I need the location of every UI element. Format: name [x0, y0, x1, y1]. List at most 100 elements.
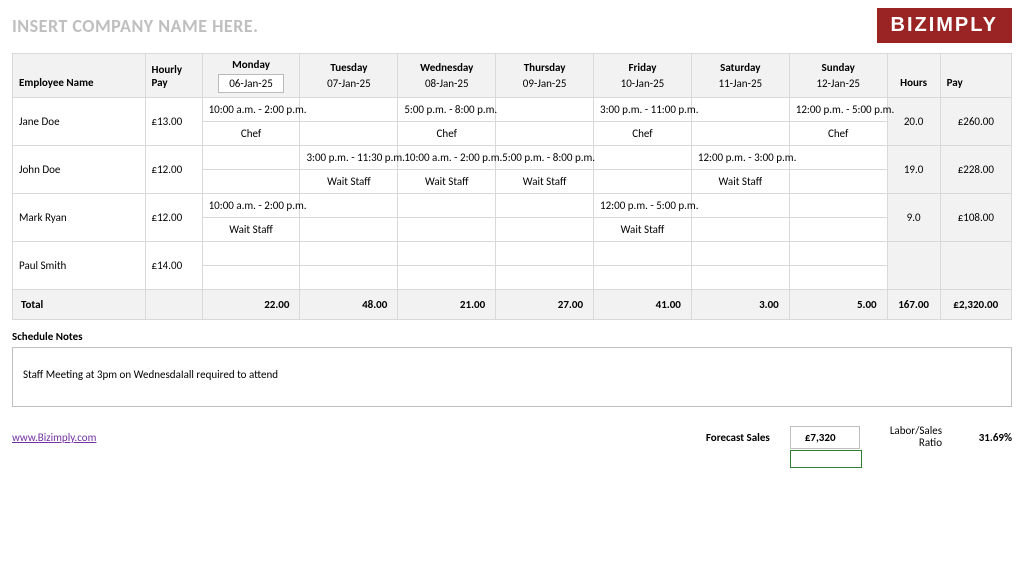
hourly-pay-cell[interactable]: £12.00: [145, 146, 202, 194]
total-pay: £2,320.00: [940, 290, 1011, 320]
shift-time-cell[interactable]: [496, 242, 594, 266]
header-day-fri: Friday 10-Jan-25: [594, 54, 692, 98]
shift-role-cell[interactable]: [594, 266, 692, 290]
total-day-hours: 21.00: [398, 290, 496, 320]
shift-role-cell[interactable]: Chef: [398, 122, 496, 146]
shift-time-cell[interactable]: 10:00 a.m. - 2:00 p.m.: [398, 146, 496, 170]
shift-time-cell[interactable]: 3:00 p.m. - 11:30 p.m.: [300, 146, 398, 170]
shift-time-cell[interactable]: 12:00 p.m. - 5:00 p.m.: [594, 194, 692, 218]
shift-time-cell[interactable]: [202, 146, 300, 170]
shift-role-cell[interactable]: [300, 266, 398, 290]
hours-cell: 20.0: [887, 98, 940, 146]
shift-time-cell[interactable]: 10:00 a.m. - 2:00 p.m.: [202, 98, 300, 122]
shift-role-cell[interactable]: Wait Staff: [202, 218, 300, 242]
shift-time-cell[interactable]: [789, 146, 887, 170]
shift-time-cell[interactable]: [789, 194, 887, 218]
shift-time-cell[interactable]: [789, 242, 887, 266]
table-row: John Doe£12.003:00 p.m. - 11:30 p.m.10:0…: [13, 146, 1012, 170]
shift-role-cell[interactable]: [398, 218, 496, 242]
shift-time-cell[interactable]: [300, 194, 398, 218]
dow-label: Monday: [209, 58, 294, 71]
employee-name-cell[interactable]: Paul Smith: [13, 242, 146, 290]
bizimply-link[interactable]: www.Bizimply.com: [12, 431, 96, 444]
dow-label: Thursday: [502, 61, 587, 74]
employee-name-cell[interactable]: Jane Doe: [13, 98, 146, 146]
shift-time-cell[interactable]: [594, 146, 692, 170]
header-day-thu: Thursday 09-Jan-25: [496, 54, 594, 98]
shift-role-cell[interactable]: Wait Staff: [594, 218, 692, 242]
shift-role-cell[interactable]: [789, 218, 887, 242]
shift-time-cell[interactable]: [300, 98, 398, 122]
shift-time-cell[interactable]: 5:00 p.m. - 8:00 p.m.: [398, 98, 496, 122]
pay-cell: £260.00: [940, 98, 1011, 146]
shift-role-cell[interactable]: [594, 170, 692, 194]
shift-time-cell[interactable]: [594, 242, 692, 266]
shift-time-cell[interactable]: [300, 242, 398, 266]
shift-role-cell[interactable]: Chef: [202, 122, 300, 146]
shift-time-cell[interactable]: [202, 242, 300, 266]
shift-role-cell[interactable]: [789, 170, 887, 194]
header-pay: Pay: [940, 54, 1011, 98]
hours-cell: 19.0: [887, 146, 940, 194]
shift-role-cell[interactable]: [300, 122, 398, 146]
shift-role-cell[interactable]: Wait Staff: [300, 170, 398, 194]
company-name-placeholder: INSERT COMPANY NAME HERE.: [12, 15, 258, 37]
shift-time-cell[interactable]: [691, 98, 789, 122]
schedule-table: Employee Name Hourly Pay Monday 06-Jan-2…: [12, 53, 1012, 320]
dow-label: Saturday: [698, 61, 783, 74]
shift-time-cell[interactable]: 12:00 p.m. - 3:00 p.m.: [691, 146, 789, 170]
dow-label: Tuesday: [306, 61, 391, 74]
shift-time-cell[interactable]: [398, 194, 496, 218]
shift-role-cell[interactable]: Wait Staff: [691, 170, 789, 194]
employee-name-cell[interactable]: John Doe: [13, 146, 146, 194]
shift-time-cell[interactable]: 5:00 p.m. - 8:00 p.m.: [496, 146, 594, 170]
active-cell-indicator: [790, 450, 862, 468]
shift-role-cell[interactable]: [496, 218, 594, 242]
header-day-sun: Sunday 12-Jan-25: [789, 54, 887, 98]
header-hours: Hours: [887, 54, 940, 98]
dow-label: Friday: [600, 61, 685, 74]
shift-time-cell[interactable]: [691, 242, 789, 266]
shift-role-cell[interactable]: Chef: [789, 122, 887, 146]
total-day-hours: 22.00: [202, 290, 300, 320]
shift-role-cell[interactable]: [496, 266, 594, 290]
hourly-pay-cell[interactable]: £13.00: [145, 98, 202, 146]
shift-role-cell[interactable]: [398, 266, 496, 290]
pay-cell: £228.00: [940, 146, 1011, 194]
shift-role-cell[interactable]: [789, 266, 887, 290]
shift-role-cell[interactable]: Wait Staff: [398, 170, 496, 194]
forecast-sales-input[interactable]: £7,320: [790, 426, 860, 449]
shift-time-cell[interactable]: 10:00 a.m. - 2:00 p.m.: [202, 194, 300, 218]
header-employee: Employee Name: [13, 54, 146, 98]
shift-role-cell[interactable]: [691, 266, 789, 290]
shift-time-cell[interactable]: 3:00 p.m. - 11:00 p.m.: [594, 98, 692, 122]
forecast-sales-label: Forecast Sales: [706, 431, 770, 444]
total-blank: [145, 290, 202, 320]
shift-role-cell[interactable]: Wait Staff: [496, 170, 594, 194]
schedule-notes-title: Schedule Notes: [12, 330, 1012, 343]
employee-name-cell[interactable]: Mark Ryan: [13, 194, 146, 242]
shift-role-cell[interactable]: [496, 122, 594, 146]
table-row: Jane Doe£13.0010:00 a.m. - 2:00 p.m.5:00…: [13, 98, 1012, 122]
hourly-pay-cell[interactable]: £14.00: [145, 242, 202, 290]
total-day-hours: 27.00: [496, 290, 594, 320]
header-hourly-pay: Hourly Pay: [145, 54, 202, 98]
shift-role-cell[interactable]: [300, 218, 398, 242]
shift-time-cell[interactable]: [496, 98, 594, 122]
shift-role-cell[interactable]: Chef: [594, 122, 692, 146]
date-label: 10-Jan-25: [600, 77, 685, 90]
shift-time-cell[interactable]: [691, 194, 789, 218]
total-day-hours: 3.00: [691, 290, 789, 320]
shift-time-cell[interactable]: 12:00 p.m. - 5:00 p.m.: [789, 98, 887, 122]
schedule-notes-box[interactable]: Staff Meeting at 3pm on WednesdaIall req…: [12, 347, 1012, 407]
shift-role-cell[interactable]: [202, 170, 300, 194]
shift-role-cell[interactable]: [691, 218, 789, 242]
shift-time-cell[interactable]: [496, 194, 594, 218]
shift-role-cell[interactable]: [691, 122, 789, 146]
labor-sales-ratio-label: Labor/SalesRatio: [890, 425, 942, 449]
date-input-monday[interactable]: 06-Jan-25: [218, 74, 284, 93]
shift-time-cell[interactable]: [398, 242, 496, 266]
hourly-pay-cell[interactable]: £12.00: [145, 194, 202, 242]
shift-role-cell[interactable]: [202, 266, 300, 290]
dow-label: Wednesday: [404, 61, 489, 74]
